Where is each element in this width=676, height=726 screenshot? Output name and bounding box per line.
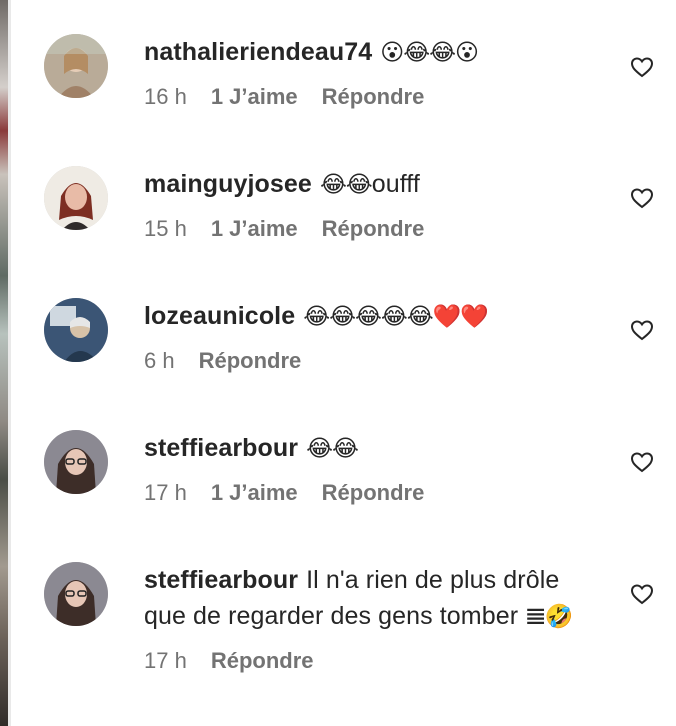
reply-button[interactable]: Répondre bbox=[199, 348, 302, 374]
avatar[interactable] bbox=[44, 430, 108, 494]
comment-emoji: 😂😂😂😂😂❤️❤️ bbox=[303, 303, 489, 329]
comment-likes[interactable]: 1 J’aime bbox=[211, 84, 298, 110]
comment-text: steffiearbour Il n'a rien de plus drôle q… bbox=[144, 562, 584, 634]
reply-button[interactable]: Répondre bbox=[322, 84, 425, 110]
comment-time[interactable]: 15 h bbox=[144, 216, 187, 242]
comment-username[interactable]: nathalieriendeau74 bbox=[144, 38, 372, 66]
comment-text: nathalieriendeau74 😮😂😂😮 bbox=[144, 34, 584, 70]
comment-text: lozeaunicole 😂😂😂😂😂❤️❤️ bbox=[144, 298, 584, 334]
comment-username[interactable]: lozeaunicole bbox=[144, 302, 295, 330]
avatar[interactable] bbox=[44, 562, 108, 626]
comment-emoji: 🤣 bbox=[544, 603, 574, 629]
comment-likes[interactable]: 1 J’aime bbox=[211, 216, 298, 242]
comment-body: oufff bbox=[371, 170, 420, 198]
heart-outline-icon[interactable] bbox=[630, 318, 654, 342]
comment-time[interactable]: 16 h bbox=[144, 84, 187, 110]
comment-emoji: 😂😂 bbox=[319, 171, 373, 197]
heart-outline-icon[interactable] bbox=[630, 582, 654, 606]
tetragram-glyph: 𝌆 bbox=[525, 603, 546, 629]
comment-meta: 17 h Répondre bbox=[144, 648, 584, 674]
comment-text: steffiearbour 😂😂 bbox=[144, 430, 584, 466]
comment-username[interactable]: steffiearbour bbox=[144, 566, 298, 594]
comment-emoji: 😮😂😂😮 bbox=[380, 39, 479, 65]
heart-outline-icon[interactable] bbox=[630, 55, 654, 79]
comment-likes[interactable]: 1 J’aime bbox=[211, 480, 298, 506]
reply-button[interactable]: Répondre bbox=[322, 480, 425, 506]
comment-time[interactable]: 6 h bbox=[144, 348, 175, 374]
comment-meta: 16 h 1 J’aime Répondre bbox=[144, 84, 584, 110]
comment-meta: 17 h 1 J’aime Répondre bbox=[144, 480, 584, 506]
comment-emoji: 😂😂 bbox=[306, 435, 359, 461]
comment-meta: 15 h 1 J’aime Répondre bbox=[144, 216, 584, 242]
heart-outline-icon[interactable] bbox=[630, 450, 654, 474]
reply-button[interactable]: Répondre bbox=[211, 648, 314, 674]
comment-time[interactable]: 17 h bbox=[144, 648, 187, 674]
comment-username[interactable]: mainguyjosee bbox=[144, 170, 312, 198]
avatar[interactable] bbox=[44, 34, 108, 98]
heart-outline-icon[interactable] bbox=[630, 186, 654, 210]
background-post-strip bbox=[0, 0, 11, 726]
comment-username[interactable]: steffiearbour bbox=[144, 434, 298, 462]
avatar[interactable] bbox=[44, 166, 108, 230]
comment-text: mainguyjosee 😂😂oufff bbox=[144, 166, 584, 202]
avatar[interactable] bbox=[44, 298, 108, 362]
reply-button[interactable]: Répondre bbox=[322, 216, 425, 242]
comment-time[interactable]: 17 h bbox=[144, 480, 187, 506]
comment-meta: 6 h Répondre bbox=[144, 348, 584, 374]
